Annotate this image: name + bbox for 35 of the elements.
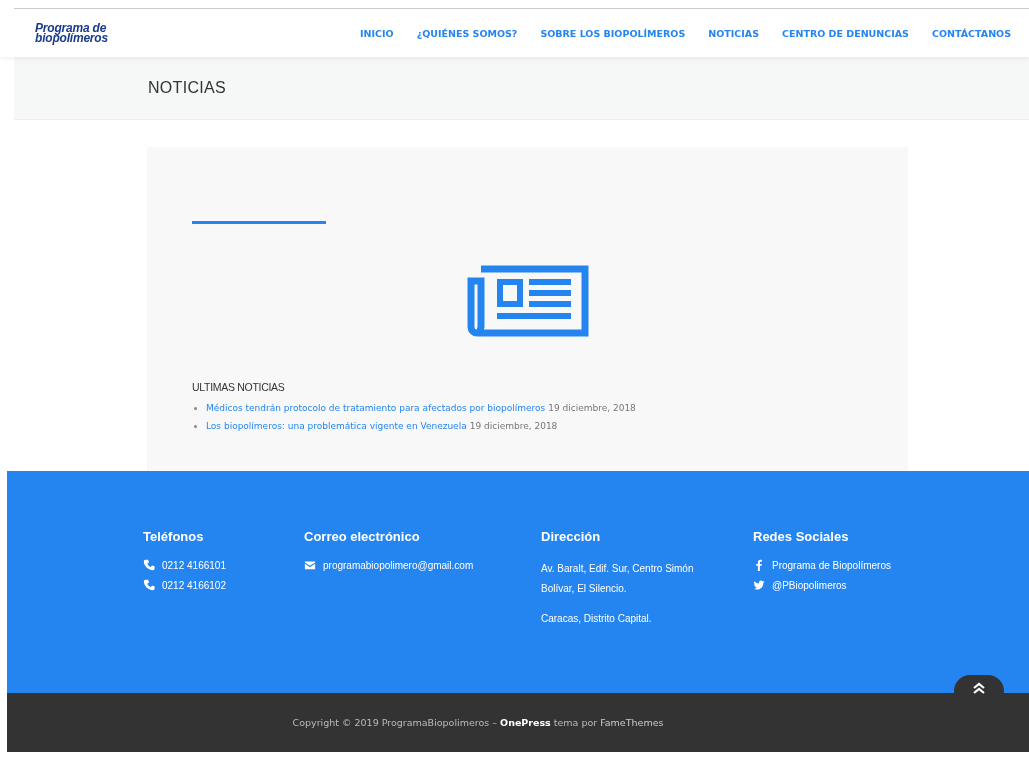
social-link[interactable]: Programa de Biopolímeros: [772, 559, 891, 571]
footer-heading: Dirección: [541, 529, 602, 544]
news-link[interactable]: Los biopolímeros: una problemática vigente en Venezuela: [206, 421, 467, 431]
news-date: 19 diciembre, 2018: [548, 403, 636, 413]
envelope-icon: [304, 559, 316, 571]
phone-icon: [143, 559, 155, 571]
footer-heading: Correo electrónico: [304, 529, 421, 544]
nav-link[interactable]: SOBRE LOS BIOPOLÍMEROS: [540, 27, 686, 39]
footer-heading: Teléfonos: [143, 529, 205, 544]
facebook-icon: [753, 559, 765, 571]
theme-link[interactable]: OnePress: [500, 717, 551, 728]
news-date: 19 diciembre, 2018: [469, 421, 558, 431]
phone-icon: [143, 579, 155, 591]
nav-link[interactable]: CONTÁCTANOS: [931, 27, 1011, 39]
nav-link[interactable]: CENTRO DE DENUNCIAS: [782, 27, 909, 39]
site-logo[interactable]: Programa de biopolímeros: [35, 23, 108, 43]
author-link[interactable]: FameThemes: [600, 717, 664, 728]
bullet-icon: [194, 406, 197, 410]
contact-text: 0212 4166101: [162, 559, 226, 571]
social-link[interactable]: @PBiopolimeros: [772, 579, 847, 591]
bullet-icon: [194, 424, 197, 428]
footer-heading: Redes Sociales: [753, 529, 850, 544]
copyright-text: Copyright © 2019 ProgramaBiopolimeros – OnePress tema por FameThemes: [292, 717, 664, 728]
address-text: Av. Baralt, Edif. Sur, Centro Simón Bolívar, El Silencio.: [541, 562, 695, 596]
section-heading: ULTIMAS NOTICIAS: [192, 381, 286, 393]
double-chevron-up-icon: [972, 682, 986, 694]
twitter-icon: [753, 579, 765, 591]
nav-link[interactable]: INICIO: [360, 27, 394, 39]
page-title: NOTICIAS: [148, 79, 226, 97]
nav-link[interactable]: NOTICIAS: [708, 27, 759, 39]
address-text: Caracas, Distrito Capital.: [541, 612, 653, 626]
contact-text: programabiopolimero@gmail.com: [323, 559, 474, 571]
news-link[interactable]: Médicos tendrán protocolo de tratamiento para afectados por biopolímeros: [206, 403, 546, 413]
contact-text: 0212 4166102: [162, 579, 226, 591]
nav-link[interactable]: ¿QUIÉNES SOMOS?: [416, 27, 518, 39]
